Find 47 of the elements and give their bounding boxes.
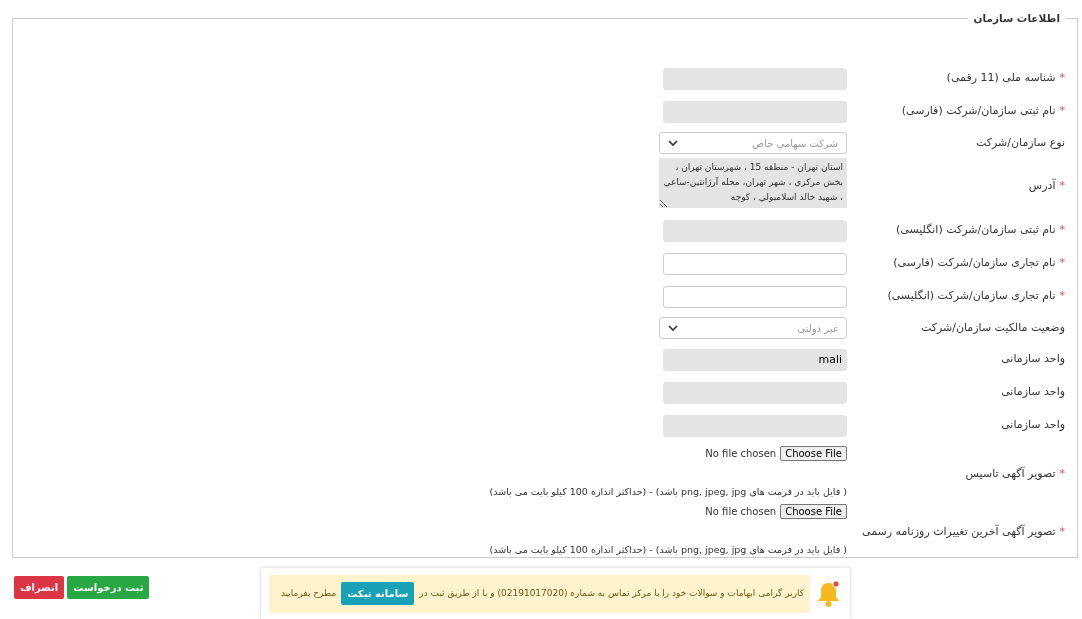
input-field[interactable] xyxy=(663,381,847,404)
field-label: نام ثبتی سازمان/شرکت (فارسی) xyxy=(901,104,1056,118)
ticket-button[interactable]: سامانه تیکت xyxy=(341,582,415,605)
submit-button[interactable]: ثبت درخواست xyxy=(67,576,150,599)
field-label: نام ثبتی سازمان/شرکت (انگلیسی) xyxy=(895,223,1056,237)
input-field[interactable] xyxy=(663,67,847,90)
required-asterisk: * xyxy=(1059,289,1065,303)
address-textarea[interactable]: استان تهران - منطقه 15 ، شهرستان تهران ، بخش مرکزي ، شهر تهران، محله آرژانتين-ساعي ، شهيد خالد اسلامبولي ، کوچه xyxy=(659,158,847,209)
file-hint: ( فایل باید در فرمت های png, jpeg, jpg باشد) - (حداکثر اندازه 100 کیلو بایت می باشد) xyxy=(489,542,847,557)
required-asterisk: * xyxy=(1059,256,1065,270)
file-hint: ( فایل باید در فرمت های png, jpeg, jpg باشد) - (حداکثر اندازه 100 کیلو بایت می باشد) xyxy=(489,484,847,499)
required-asterisk: * xyxy=(1059,524,1065,538)
field-label: نوع سازمان/شرکت xyxy=(975,135,1065,149)
notice-text: مطرح بفرمایید xyxy=(280,586,337,600)
choose-file-button[interactable]: Choose File xyxy=(780,445,847,461)
input-field[interactable] xyxy=(663,100,847,123)
select-dropdown[interactable]: شرکت سهامي خاص xyxy=(659,132,847,154)
input-field[interactable] xyxy=(663,252,847,275)
section-legend: اطلاعات سازمان xyxy=(968,10,1065,26)
field-label: تصویر آگهی تاسیس xyxy=(965,466,1056,480)
required-asterisk: * xyxy=(1059,466,1065,480)
field-label: آدرس xyxy=(1028,178,1056,192)
input-field[interactable] xyxy=(663,414,847,437)
field-label: نام تجاری سازمان/شرکت (انگلیسی) xyxy=(887,289,1056,303)
required-asterisk: * xyxy=(1059,71,1065,85)
field-label: واحد سازمانی xyxy=(1001,385,1065,399)
input-field[interactable] xyxy=(663,285,847,308)
field-label: واحد سازمانی xyxy=(1001,418,1065,432)
choose-file-button[interactable]: Choose File xyxy=(780,503,847,519)
required-asterisk: * xyxy=(1059,104,1065,118)
bell-icon[interactable] xyxy=(816,579,842,608)
required-asterisk: * xyxy=(1059,178,1065,192)
select-dropdown[interactable]: غیر دولتی xyxy=(659,317,847,339)
field-label: شناسه ملی (11 رقمی) xyxy=(946,71,1056,85)
notice-text: کاربر گرامی ابهامات و سوالات خود را با مرکز تماس به شماره (02191017020) و یا از طریق ثبت در xyxy=(419,586,804,600)
cancel-button[interactable]: انصراف xyxy=(14,576,65,599)
field-label: تصویر آگهی آخرین تغییرات روزنامه رسمی xyxy=(862,524,1056,538)
file-status: No file chosen xyxy=(705,446,777,461)
input-field[interactable]: mali xyxy=(663,348,847,371)
field-label: واحد سازمانی xyxy=(1001,352,1065,366)
required-asterisk: * xyxy=(1059,223,1065,237)
file-status: No file chosen xyxy=(705,504,777,519)
input-field[interactable] xyxy=(663,219,847,242)
chevron-down-icon xyxy=(668,324,678,332)
field-label: وضعیت مالکیت سازمان/شرکت xyxy=(920,320,1065,334)
field-label: نام تجاری سازمان/شرکت (فارسی) xyxy=(893,256,1056,270)
chevron-down-icon xyxy=(668,139,678,147)
